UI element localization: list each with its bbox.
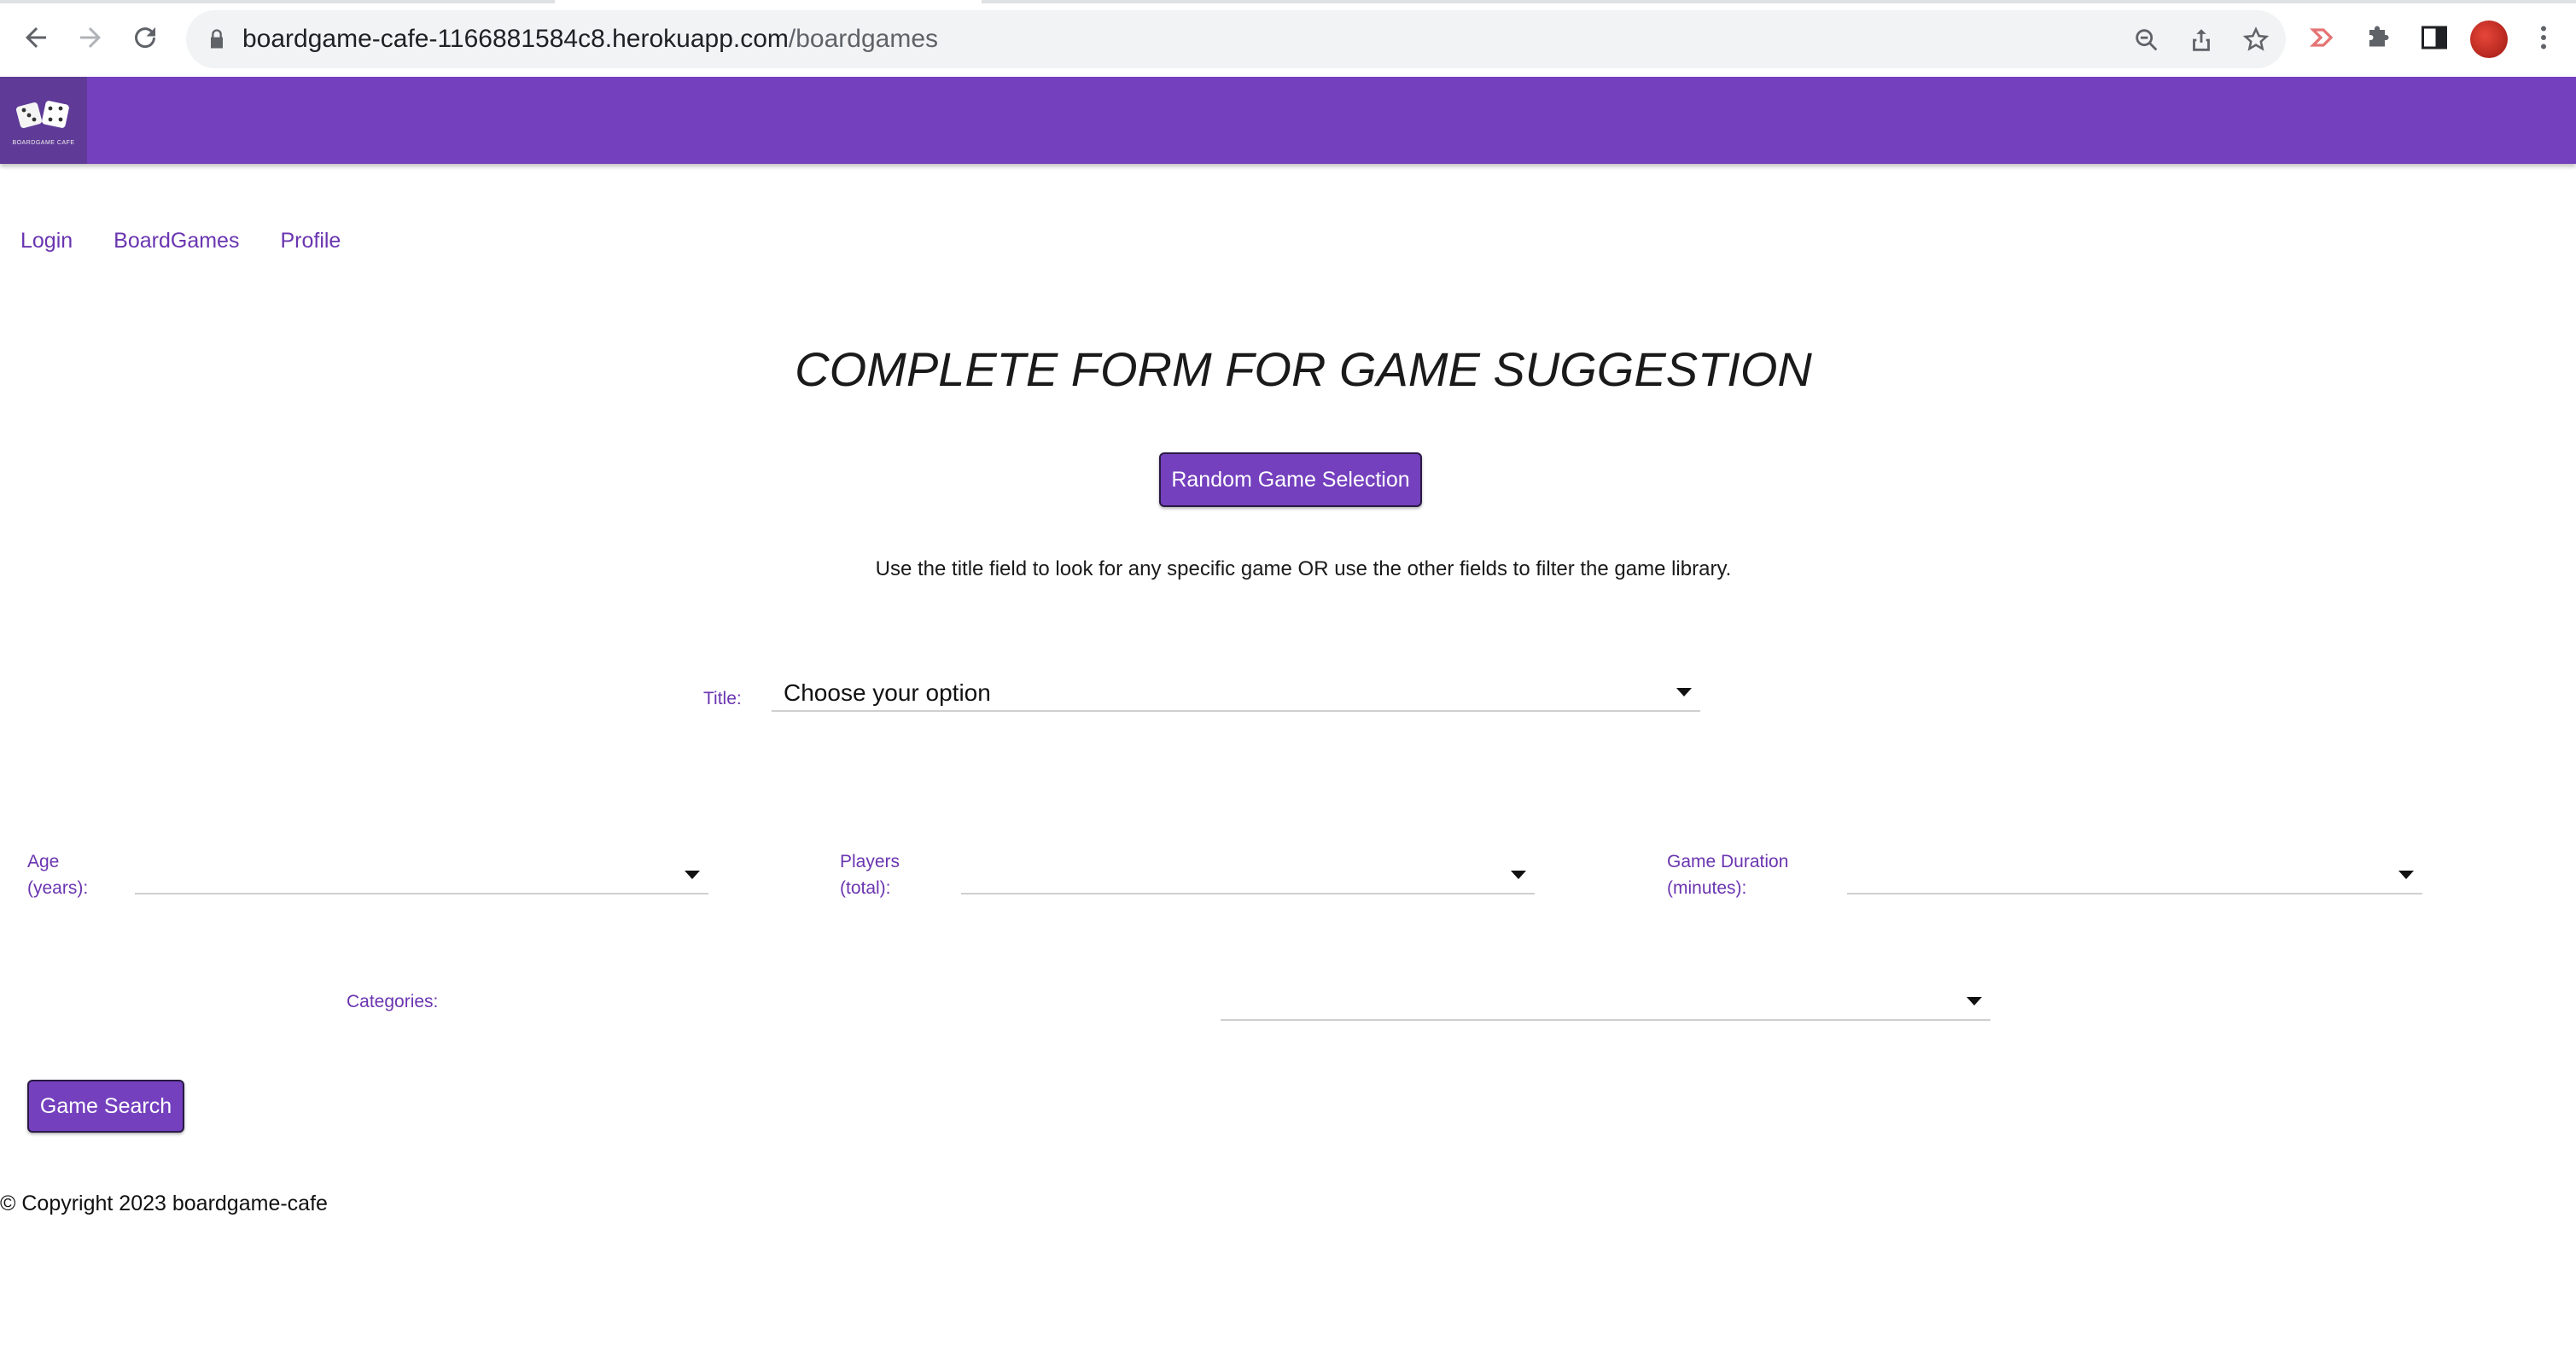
url-text[interactable]: boardgame-cafe-1166881584c8.herokuapp.co… [242, 22, 938, 56]
active-tab[interactable] [555, 0, 982, 3]
instructions-text: Use the title field to look for any spec… [875, 557, 1732, 580]
browser-toolbar: boardgame-cafe-1166881584c8.herokuapp.co… [0, 0, 2576, 78]
categories-label: Categories: [347, 992, 439, 1011]
chevron-down-icon [1511, 871, 1526, 879]
dice-icon [15, 100, 69, 128]
nav-link-boardgames[interactable]: BoardGames [114, 229, 239, 253]
players-label: Players (total): [840, 852, 900, 898]
kebab-menu-icon[interactable] [2526, 20, 2561, 55]
logo-text: BOARDGAME CAFE [12, 139, 75, 146]
back-arrow-icon[interactable] [17, 19, 55, 56]
main-nav: Login BoardGames Profile [20, 229, 341, 253]
game-search-button[interactable]: Game Search [27, 1080, 184, 1133]
chevron-down-icon [1967, 997, 1982, 1005]
random-game-button[interactable]: Random Game Selection [1159, 452, 1422, 507]
tab-strip [0, 0, 2576, 3]
chevron-down-icon [1676, 688, 1692, 696]
share-icon[interactable] [2187, 26, 2216, 55]
side-panel-icon[interactable] [2417, 20, 2451, 55]
nav-link-profile[interactable]: Profile [280, 229, 341, 253]
players-select[interactable] [961, 859, 1535, 895]
forward-arrow-icon[interactable] [72, 19, 109, 56]
extension-icon[interactable] [2306, 20, 2340, 55]
profile-avatar[interactable] [2470, 20, 2508, 58]
lock-icon[interactable] [205, 27, 229, 51]
zoom-icon[interactable] [2132, 26, 2161, 55]
title-label: Title: [703, 689, 742, 708]
footer-copyright: © Copyright 2023 boardgame-cafe [0, 1192, 328, 1215]
nav-link-login[interactable]: Login [20, 229, 73, 253]
duration-label: Game Duration (minutes): [1667, 852, 1789, 898]
duration-select[interactable] [1847, 859, 2422, 895]
bookmark-star-icon[interactable] [2241, 26, 2270, 55]
title-select[interactable]: Choose your option [772, 676, 1700, 712]
chevron-down-icon [685, 871, 700, 879]
age-label: Age (years): [27, 852, 89, 898]
page-title: COMPLETE FORM FOR GAME SUGGESTION [795, 342, 1812, 396]
address-bar[interactable]: boardgame-cafe-1166881584c8.herokuapp.co… [186, 10, 2286, 68]
app-header: BOARDGAME CAFE [0, 77, 2576, 164]
categories-select[interactable] [1221, 985, 1990, 1021]
reload-icon[interactable] [126, 19, 164, 56]
chevron-down-icon [2398, 871, 2414, 879]
age-select[interactable] [135, 859, 708, 895]
title-select-value: Choose your option [784, 679, 991, 706]
puzzle-extensions-icon[interactable] [2363, 20, 2397, 55]
boardgame-cafe-logo[interactable]: BOARDGAME CAFE [0, 77, 87, 164]
